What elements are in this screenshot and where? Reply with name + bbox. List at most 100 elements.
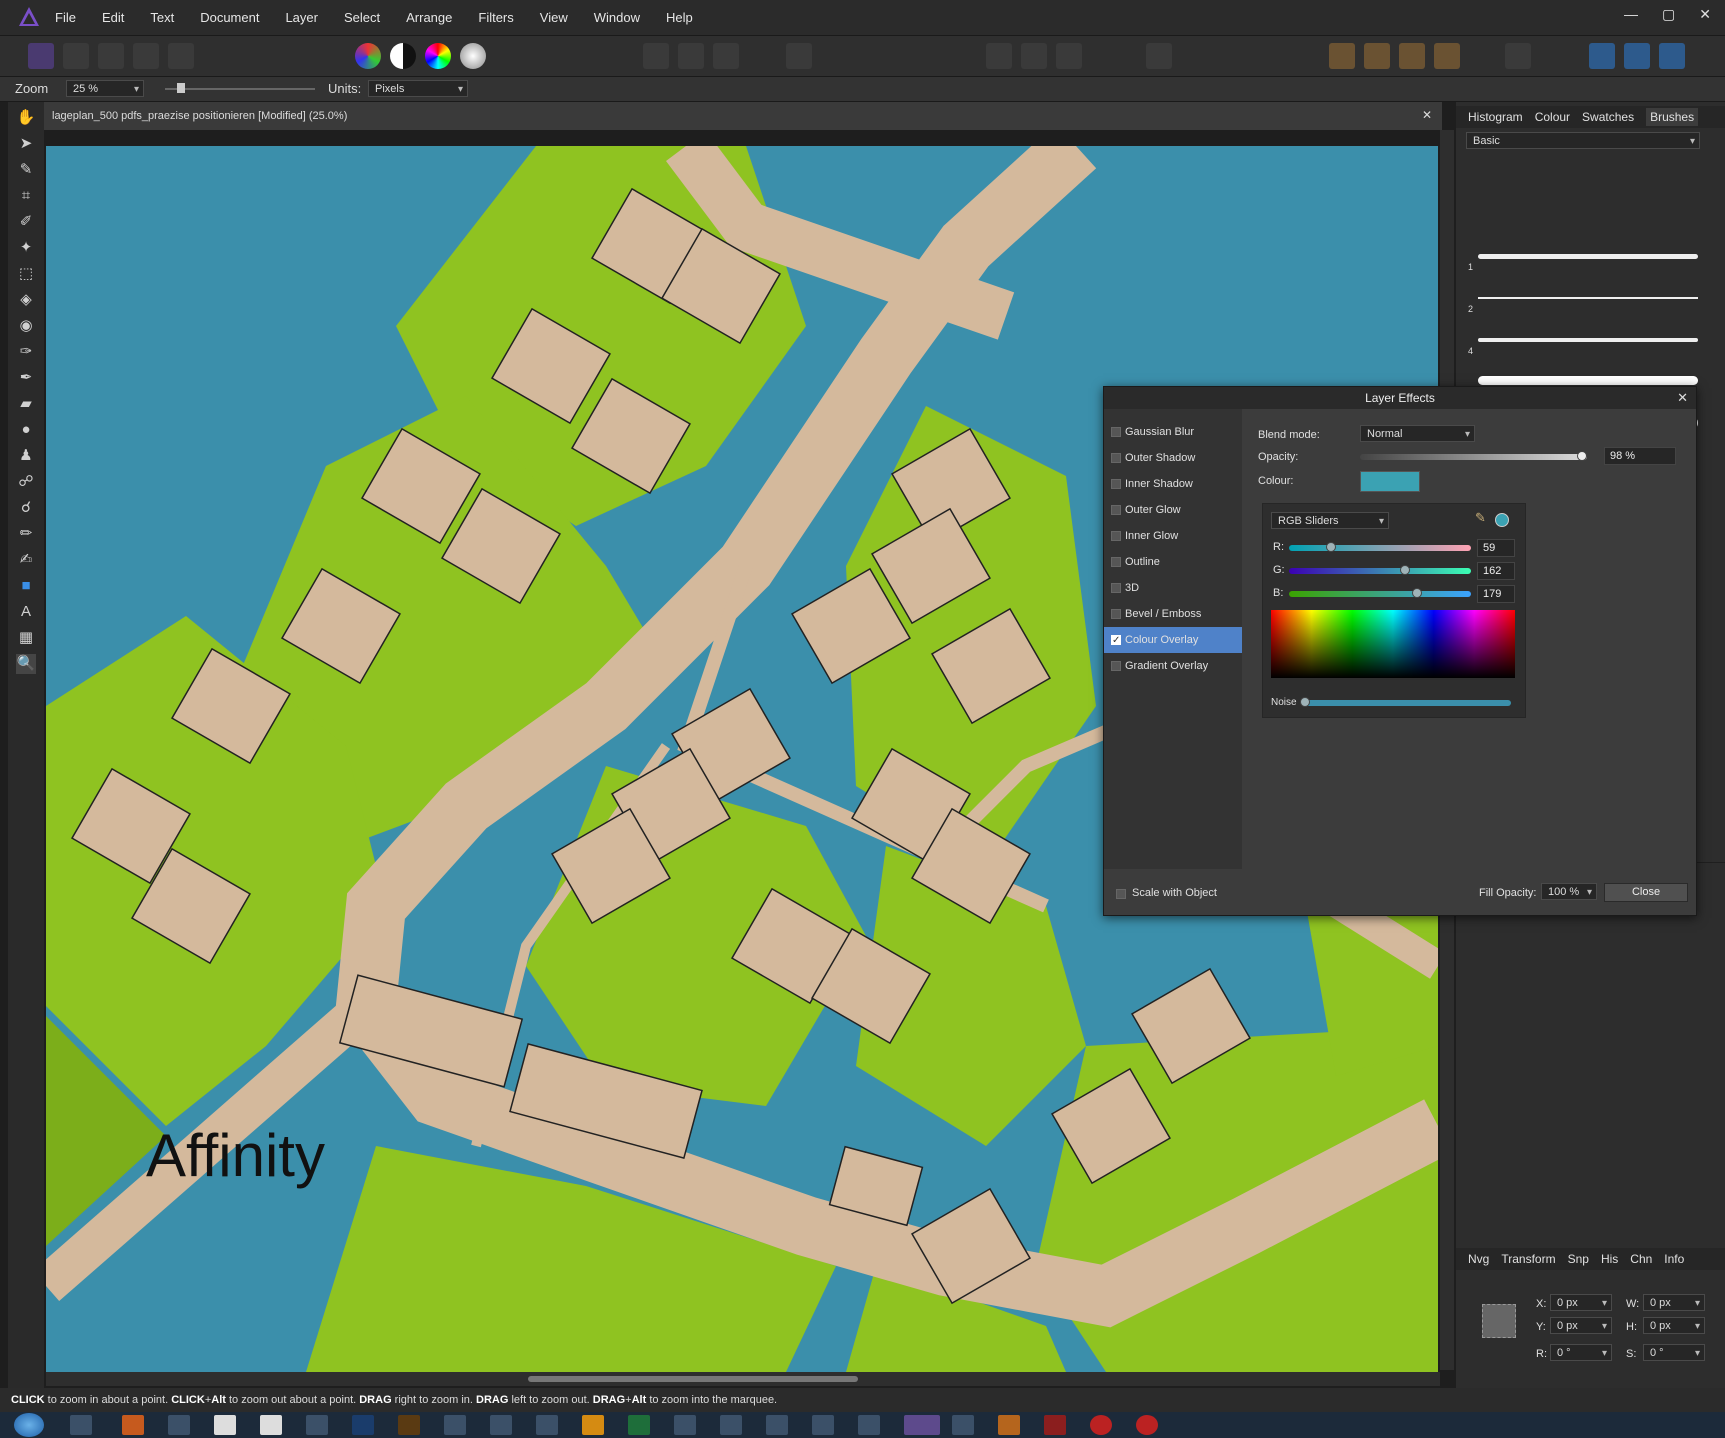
effect-bevel-emboss[interactable]: Bevel / Emboss [1104, 601, 1242, 627]
document-icon[interactable] [214, 1415, 236, 1435]
crop-tool-icon[interactable]: ⌗ [16, 186, 36, 206]
green-slider-knob[interactable] [1399, 565, 1410, 575]
boolean-subtract-icon[interactable] [1624, 43, 1650, 69]
white-balance-icon[interactable] [460, 43, 486, 69]
transform-x-field[interactable]: 0 px [1550, 1294, 1612, 1312]
brush-preview[interactable] [1478, 254, 1698, 259]
pencil-tool-icon[interactable]: ✍ [16, 550, 36, 570]
red-field[interactable]: 59 [1477, 539, 1515, 557]
zoom-slider-thumb[interactable] [177, 83, 185, 93]
excel-icon[interactable] [628, 1415, 650, 1435]
tab-brushes[interactable]: Brushes [1646, 108, 1699, 126]
smudge-tool-icon[interactable]: ☍ [16, 472, 36, 492]
dialog-close-icon[interactable]: ✕ [1677, 390, 1688, 406]
node-tool-icon[interactable]: ✎ [16, 160, 36, 180]
transform-w-field[interactable]: 0 px [1643, 1294, 1705, 1312]
app-icon[interactable] [998, 1415, 1020, 1435]
dodge-tool-icon[interactable]: ☌ [16, 498, 36, 518]
app-icon[interactable] [1090, 1415, 1112, 1435]
effect-outer-glow[interactable]: Outer Glow [1104, 497, 1242, 523]
effect-3d[interactable]: 3D [1104, 575, 1242, 601]
effect-outline[interactable]: Outline [1104, 549, 1242, 575]
red-slider[interactable] [1289, 542, 1471, 552]
pixel-brush-icon[interactable]: ✒ [16, 368, 36, 388]
minimize-button[interactable]: — [1624, 6, 1638, 23]
align-icon[interactable] [1505, 43, 1531, 69]
move-tool-icon[interactable]: ➤ [16, 134, 36, 154]
save-icon[interactable] [168, 1415, 190, 1435]
effect-inner-shadow[interactable]: Inner Shadow [1104, 471, 1242, 497]
transform-s-field[interactable]: 0 ° [1643, 1344, 1705, 1362]
tab-channels[interactable]: Chn [1630, 1252, 1652, 1266]
hsl-icon[interactable] [425, 43, 451, 69]
shape-tool-icon[interactable]: ■ [16, 576, 36, 596]
boolean-add-icon[interactable] [1589, 43, 1615, 69]
brush-preview[interactable] [1478, 376, 1698, 385]
menu-help[interactable]: Help [666, 10, 693, 25]
brush-preview[interactable] [1478, 297, 1698, 299]
noise-slider-knob[interactable] [1300, 697, 1310, 707]
red-slider-knob[interactable] [1326, 542, 1337, 552]
app-icon[interactable] [1044, 1415, 1066, 1435]
effect-gradient-overlay[interactable]: Gradient Overlay [1104, 653, 1242, 679]
transform-h-field[interactable]: 0 px [1643, 1317, 1705, 1335]
effect-gaussian-blur[interactable]: Gaussian Blur [1104, 419, 1242, 445]
paint-brush-icon[interactable]: ✑ [16, 342, 36, 362]
pen-tool-icon[interactable]: ✏ [16, 524, 36, 544]
document-tab[interactable]: lageplan_500 pdfs_praezise positionieren… [44, 102, 1442, 130]
app-icon[interactable] [720, 1415, 742, 1435]
zoom-slider[interactable] [165, 83, 315, 93]
tab-colour[interactable]: Colour [1535, 110, 1570, 124]
transform-anchor-icon[interactable] [1482, 1304, 1516, 1338]
noise-slider[interactable] [1300, 697, 1511, 707]
tab-histogram[interactable]: Histogram [1468, 110, 1523, 124]
app-icon[interactable] [952, 1415, 974, 1435]
magic-wand-icon[interactable]: ✦ [16, 238, 36, 258]
start-button-icon[interactable] [14, 1413, 44, 1437]
horizontal-scroll-thumb[interactable] [528, 1376, 858, 1382]
app-icon[interactable] [858, 1415, 880, 1435]
share-icon[interactable] [168, 43, 194, 69]
arrange-back-icon[interactable] [1329, 43, 1355, 69]
scale-with-object-checkbox[interactable] [1116, 889, 1126, 899]
units-dropdown[interactable]: Pixels [368, 80, 468, 98]
mask-icon[interactable] [786, 43, 812, 69]
magnet-icon[interactable] [1056, 43, 1082, 69]
effect-checkbox[interactable] [1111, 661, 1121, 671]
close-window-button[interactable]: ✕ [1699, 6, 1711, 23]
menu-layer[interactable]: Layer [285, 10, 318, 25]
opacity-slider[interactable] [1360, 451, 1588, 461]
app-icon[interactable] [444, 1415, 466, 1435]
maximize-button[interactable]: ▢ [1662, 6, 1675, 23]
app-icon[interactable] [490, 1415, 512, 1435]
tab-info[interactable]: Info [1664, 1252, 1684, 1266]
effect-checkbox[interactable] [1111, 531, 1121, 541]
hand-tool-icon[interactable]: ✋ [16, 108, 36, 128]
menu-edit[interactable]: Edit [102, 10, 124, 25]
affinity-logo-icon[interactable] [18, 6, 40, 28]
firefox-icon[interactable] [122, 1415, 144, 1435]
pixel-persona-icon[interactable] [63, 43, 89, 69]
tab-navigator[interactable]: Nvg [1468, 1252, 1489, 1266]
assistant-icon[interactable] [1146, 43, 1172, 69]
text-tool-icon[interactable]: A [16, 602, 36, 622]
effect-checkbox[interactable] [1111, 453, 1121, 463]
menu-filters[interactable]: Filters [478, 10, 513, 25]
outlook-icon[interactable] [582, 1415, 604, 1435]
fill-tool-icon[interactable]: ◈ [16, 290, 36, 310]
colour-swatch[interactable] [1360, 471, 1420, 492]
transform-y-field[interactable]: 0 px [1550, 1317, 1612, 1335]
tab-history[interactable]: His [1601, 1252, 1618, 1266]
brush-tool-icon[interactable]: ✐ [16, 212, 36, 232]
colour-picker-icon[interactable]: ◉ [16, 316, 36, 336]
effect-inner-glow[interactable]: Inner Glow [1104, 523, 1242, 549]
boolean-intersect-icon[interactable] [1659, 43, 1685, 69]
bridge-icon[interactable] [398, 1415, 420, 1435]
opacity-slider-knob[interactable] [1577, 451, 1588, 461]
grid-persona-icon[interactable] [133, 43, 159, 69]
effect-outer-shadow[interactable]: Outer Shadow [1104, 445, 1242, 471]
blue-slider-knob[interactable] [1411, 588, 1422, 598]
tab-swatches[interactable]: Swatches [1582, 110, 1634, 124]
arrange-backward-icon[interactable] [1364, 43, 1390, 69]
levels-icon[interactable] [355, 43, 381, 69]
